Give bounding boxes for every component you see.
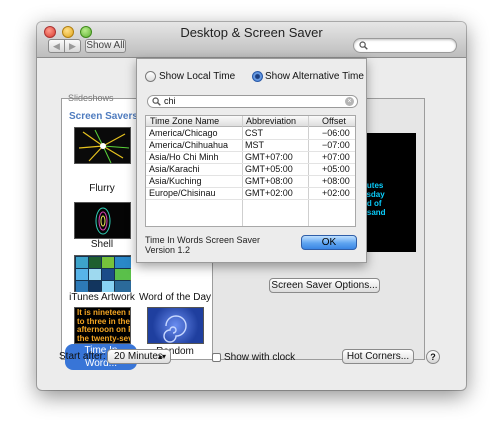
tz-name: Europe/Chisinau — [149, 188, 216, 198]
app-name: Time In Words Screen Saver — [145, 235, 261, 245]
nav-back-forward[interactable]: ◀ ▶ — [48, 39, 81, 53]
itunes-artwork-graphic — [76, 257, 131, 292]
radio-local-label[interactable]: Show Local Time — [159, 71, 235, 82]
table-row[interactable]: Asia/Kuching GMT+08:00 +08:00 — [146, 176, 355, 188]
column-header-abbreviation[interactable]: Abbreviation — [246, 116, 296, 126]
start-after-popup[interactable]: 20 Minutes ▴▾ — [107, 349, 171, 364]
section-header: Screen Savers — [69, 111, 138, 122]
ok-button[interactable]: OK — [301, 235, 357, 250]
list-header-cut: Slideshows — [68, 93, 114, 103]
start-after-label: Start after: — [59, 351, 106, 362]
hot-corners-button[interactable]: Hot Corners... — [342, 349, 414, 364]
tz-name: Asia/Kuching — [149, 176, 202, 186]
column-header-offset[interactable]: Offset — [322, 116, 346, 126]
show-all-button[interactable]: Show All — [85, 39, 126, 53]
list-item[interactable]: iTunes Artwork — [64, 292, 140, 303]
tz-offset: +08:00 — [322, 176, 350, 186]
tz-offset: −06:00 — [322, 128, 350, 138]
tz-offset: +07:00 — [322, 152, 350, 162]
start-after-value: 20 Minutes — [114, 351, 163, 362]
back-arrow-icon[interactable]: ◀ — [49, 40, 65, 52]
search-input[interactable] — [353, 38, 457, 53]
titlebar: Desktop & Screen Saver ◀ ▶ Show All — [37, 22, 466, 58]
list-item[interactable]: Word of the Day — [137, 292, 213, 303]
table-header: Time Zone Name Abbreviation Offset — [146, 116, 355, 127]
table-row[interactable]: Europe/Chisinau GMT+02:00 +02:00 — [146, 188, 355, 200]
tz-abbr: GMT+05:00 — [245, 164, 293, 174]
tz-abbr: GMT+08:00 — [245, 176, 293, 186]
timezone-table[interactable]: Time Zone Name Abbreviation Offset Ameri… — [145, 115, 356, 227]
forward-arrow-icon[interactable]: ▶ — [65, 40, 80, 52]
tz-offset: +02:00 — [322, 188, 350, 198]
show-clock-label: Show with clock — [224, 352, 296, 363]
search-value: chi — [164, 96, 176, 106]
tz-name: America/Chihuahua — [149, 140, 229, 150]
list-item[interactable]: Shell — [64, 239, 140, 250]
tz-offset: +05:00 — [322, 164, 350, 174]
time-in-words-thumbnail[interactable]: It is nineteen m to three in the afterno… — [74, 307, 131, 344]
tz-name: Asia/Karachi — [149, 164, 200, 174]
random-thumbnail[interactable] — [147, 307, 204, 344]
table-row[interactable]: America/Chihuahua MST −07:00 — [146, 140, 355, 152]
tz-name: America/Chicago — [149, 128, 218, 138]
tz-abbr: MST — [245, 140, 264, 150]
show-clock-checkbox[interactable] — [212, 353, 221, 362]
tz-abbr: CST — [245, 128, 263, 138]
screen-saver-options-button[interactable]: Screen Saver Options... — [269, 278, 380, 293]
radio-alternative-label[interactable]: Show Alternative Time — [265, 71, 364, 82]
flurry-graphic — [78, 129, 130, 164]
tz-abbr: GMT+07:00 — [245, 152, 293, 162]
table-row[interactable]: Asia/Ho Chi Minh GMT+07:00 +07:00 — [146, 152, 355, 164]
shell-thumbnail[interactable] — [74, 202, 131, 239]
options-sheet: Show Local Time Show Alternative Time ch… — [136, 58, 367, 263]
radio-local-time[interactable] — [145, 71, 156, 82]
itunes-artwork-thumbnail[interactable] — [74, 255, 131, 292]
list-item[interactable]: Flurry — [64, 183, 140, 194]
thumb-text-line: the twenty-sev — [77, 333, 131, 343]
shell-graphic — [95, 207, 111, 235]
clear-icon[interactable]: × — [345, 97, 354, 106]
random-swirl-graphic — [163, 315, 187, 343]
help-button[interactable]: ? — [426, 350, 440, 364]
search-icon — [152, 97, 161, 106]
app-version: Version 1.2 — [145, 245, 191, 255]
timezone-search-input[interactable]: chi × — [147, 95, 358, 108]
table-row[interactable]: America/Chicago CST −06:00 — [146, 128, 355, 140]
tz-abbr: GMT+02:00 — [245, 188, 293, 198]
radio-alternative-time[interactable] — [252, 71, 263, 82]
search-icon — [359, 41, 368, 50]
popup-arrows-icon: ▴▾ — [157, 352, 166, 361]
tz-name: Asia/Ho Chi Minh — [149, 152, 219, 162]
flurry-thumbnail[interactable] — [74, 127, 131, 164]
column-header-name[interactable]: Time Zone Name — [150, 116, 219, 126]
table-row[interactable]: Asia/Karachi GMT+05:00 +05:00 — [146, 164, 355, 176]
tz-offset: −07:00 — [322, 140, 350, 150]
